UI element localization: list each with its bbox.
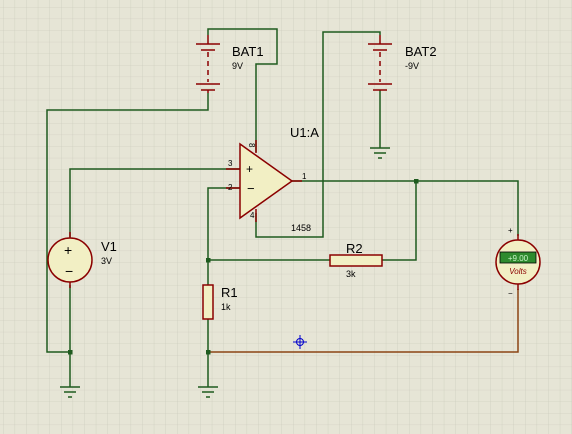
bat2-ref: BAT2 [405, 44, 437, 59]
meter-plus-terminal: + [508, 226, 513, 235]
junction-dot [414, 179, 419, 184]
pin-3-label: 3 [228, 159, 233, 168]
junction-dot [206, 258, 211, 263]
opamp-ref: U1:A [290, 125, 319, 140]
bat1-ref: BAT1 [232, 44, 264, 59]
schematic-canvas[interactable]: BAT1 9V BAT2 -9V + − 3 2 1 4 8 U1:A 1458… [0, 0, 572, 434]
opamp-part: 1458 [291, 223, 311, 233]
bat2-value: -9V [405, 61, 419, 71]
r1-value: 1k [221, 302, 231, 312]
r2-value: 3k [346, 269, 356, 279]
pin-2-label: 2 [228, 183, 233, 192]
junction-dot [206, 350, 211, 355]
v1-value: 3V [101, 256, 112, 266]
v1-ref: V1 [101, 239, 117, 254]
r1-ref: R1 [221, 285, 238, 300]
meter-unit-label: Volts [509, 267, 527, 276]
v1-minus-symbol: − [65, 263, 73, 279]
pin-8-label: 8 [247, 143, 256, 148]
pin-4-label: 4 [250, 211, 255, 220]
noninv-symbol: + [246, 162, 253, 176]
junction-dot [68, 350, 73, 355]
meter-reading: +9.00 [508, 254, 529, 263]
meter-minus-terminal: − [508, 289, 513, 298]
bat1-value: 9V [232, 61, 243, 71]
grid-background [0, 0, 572, 434]
inv-symbol: − [247, 181, 255, 196]
r2-ref: R2 [346, 241, 363, 256]
v1-plus-symbol: + [64, 242, 72, 258]
pin-1-label: 1 [302, 172, 307, 181]
schematic-svg: BAT1 9V BAT2 -9V + − 3 2 1 4 8 U1:A 1458… [0, 0, 572, 434]
